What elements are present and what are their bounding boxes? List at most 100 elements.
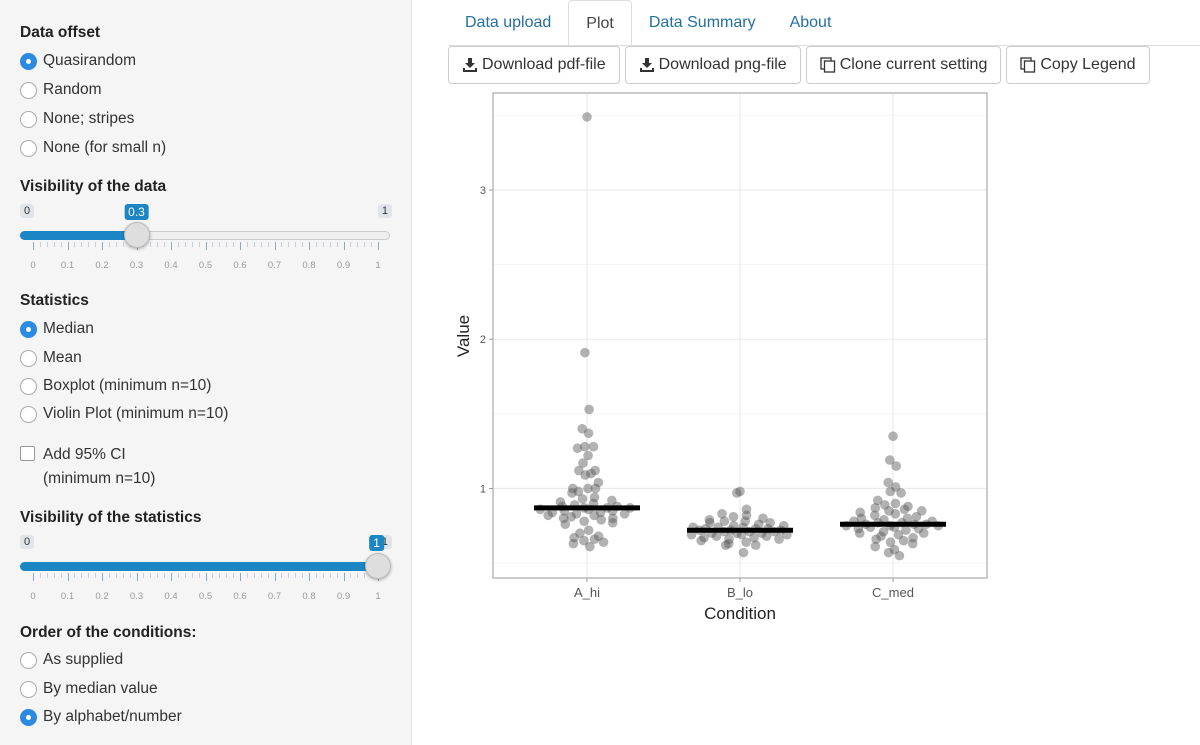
slider-tick (212, 242, 214, 247)
radio-label: By alphabet/number (43, 708, 182, 725)
data-offset-label: Data offset (20, 24, 101, 41)
radio-data_offset-0[interactable]: Quasirandom (20, 52, 136, 70)
radio-button[interactable] (20, 320, 37, 338)
slider-tick (378, 242, 379, 250)
data-point (896, 488, 906, 498)
slider-tick (295, 573, 297, 578)
slider-tick (322, 242, 324, 247)
slider-tick (108, 573, 110, 578)
slider-tick-label: 0.9 (336, 260, 351, 271)
radio-order-2[interactable]: By alphabet/number (20, 708, 182, 726)
slider-tick (184, 242, 186, 247)
slider-handle[interactable] (365, 553, 391, 579)
slider-tick (343, 242, 345, 250)
radio-order-1[interactable]: By median value (20, 680, 158, 698)
data-point (543, 510, 553, 521)
radio-button[interactable] (20, 680, 37, 698)
tab-data-summary[interactable]: Data Summary (632, 0, 773, 46)
data-point (761, 531, 772, 542)
slider-tick (364, 573, 366, 578)
slider-tick (164, 573, 166, 578)
radio-statistics-3[interactable]: Violin Plot (minimum n=10) (20, 405, 228, 423)
slider-tick (184, 573, 186, 578)
ci-sublabel: (minimum n=10) (43, 470, 156, 487)
radio-button[interactable] (20, 139, 37, 157)
slider-tick (198, 573, 200, 578)
slider-tick (33, 242, 34, 250)
radio-statistics-0[interactable]: Median (20, 320, 94, 338)
data-point (577, 494, 588, 504)
slider-tick-label: 0.5 (198, 591, 213, 602)
radio-label: None; stripes (43, 110, 135, 127)
radio-label: Violin Plot (minimum n=10) (43, 405, 229, 422)
data-point (883, 547, 894, 558)
data-point (607, 517, 618, 528)
tab-about[interactable]: About (773, 0, 849, 46)
radio-data_offset-1[interactable]: Random (20, 81, 102, 99)
radio-button[interactable] (20, 651, 37, 669)
data-point (741, 537, 751, 547)
slider-tick (315, 573, 317, 578)
data-point (774, 534, 784, 544)
download-pdf-file-button[interactable]: Download pdf-file (448, 46, 620, 84)
y-tick-label: 2 (480, 334, 486, 346)
slider-tick (267, 573, 269, 578)
data-point (891, 461, 901, 471)
download-png-file-button[interactable]: Download png-file (624, 46, 801, 84)
data-visibility-slider[interactable]: 0 1 0 0.1 0.2 0.3 0.4 0.5 0.6 0.7 0.8 0.9 1 0.3 (20, 204, 392, 284)
slider-tick (309, 573, 310, 581)
slider-tick (260, 242, 262, 247)
slider-tick (226, 242, 228, 247)
slider-tick-label: 1 (375, 591, 381, 602)
slider-tick (219, 242, 221, 247)
ci-checkbox[interactable]: Add 95% CI (minimum n=10) (20, 446, 155, 488)
slider-tick (39, 242, 41, 247)
slider-tick (343, 573, 345, 581)
data-point (728, 512, 739, 522)
data-point (696, 535, 706, 546)
radio-statistics-1[interactable]: Mean (20, 349, 82, 367)
data-point (898, 535, 909, 546)
radio-statistics-2[interactable]: Boxplot (minimum n=10) (20, 377, 211, 395)
radio-button[interactable] (20, 110, 37, 128)
slider-fill (20, 562, 378, 571)
slider-tick (288, 573, 290, 578)
radio-button[interactable] (20, 377, 37, 395)
slider-tick (191, 573, 193, 578)
slider-tick (357, 573, 359, 578)
slider-tick (88, 242, 90, 247)
tab-data-upload[interactable]: Data upload (448, 0, 568, 46)
clone-current-setting-button[interactable]: Clone current setting (805, 46, 1002, 84)
data-point (582, 112, 592, 122)
copy-legend-button[interactable]: Copy Legend (1006, 46, 1150, 84)
radio-button[interactable] (20, 405, 37, 423)
radio-data_offset-2[interactable]: None; stripes (20, 110, 134, 128)
slider-tick-label: 0 (30, 260, 36, 271)
slider-tick (157, 242, 159, 247)
slider-tick (233, 242, 235, 247)
slider-tick-label: 0.3 (129, 260, 144, 271)
radio-button[interactable] (20, 349, 37, 367)
radio-label: Mean (43, 349, 82, 366)
x-axis-label: Condition (704, 604, 776, 623)
radio-button[interactable] (20, 708, 37, 726)
radio-data_offset-3[interactable]: None (for small n) (20, 139, 166, 157)
radio-button[interactable] (20, 52, 37, 70)
slider-handle[interactable] (123, 222, 150, 248)
radio-order-0[interactable]: As supplied (20, 651, 123, 669)
x-tick-label: C_med (872, 585, 914, 600)
data-point (568, 538, 579, 549)
slider-tick (350, 242, 352, 247)
data-point (885, 486, 896, 497)
tab-plot[interactable]: Plot (568, 0, 632, 46)
radio-button[interactable] (20, 81, 37, 99)
slider-max: 1 (377, 204, 392, 218)
data-point (590, 483, 601, 494)
button-label: Download pdf-file (482, 56, 606, 73)
slider-tick-label: 0.7 (267, 591, 282, 602)
stats-visibility-slider[interactable]: 0 1 0 0.1 0.2 0.3 0.4 0.5 0.6 0.7 0.8 0.9 1 1 (20, 535, 392, 615)
data-point (907, 538, 918, 549)
checkbox-box[interactable] (20, 446, 35, 461)
slider-tick (191, 242, 193, 247)
slider-tick (102, 242, 103, 250)
